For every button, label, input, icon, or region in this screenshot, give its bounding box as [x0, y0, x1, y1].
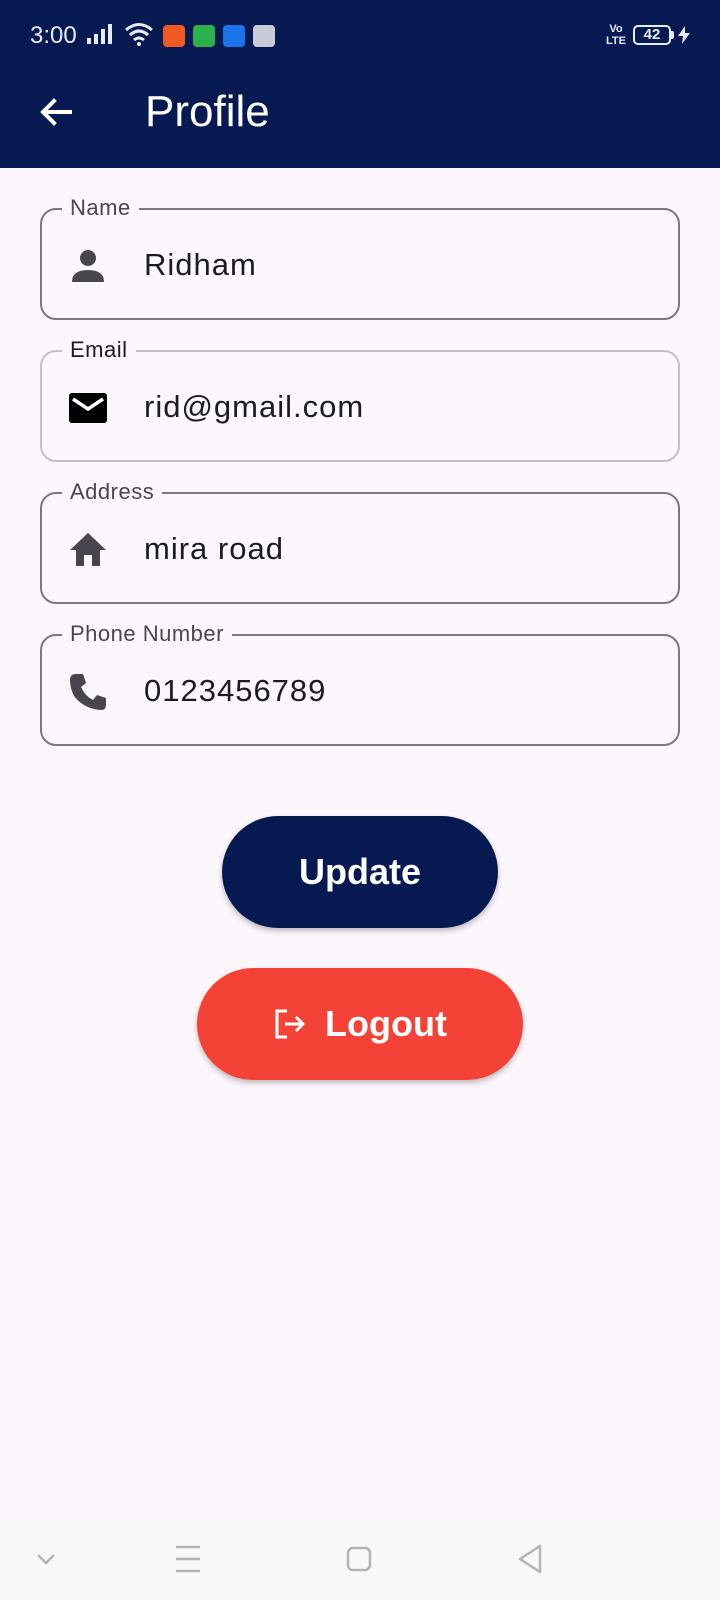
email-value: rid@gmail.com [144, 389, 365, 424]
update-button[interactable]: Update [222, 816, 498, 928]
mail-icon [69, 393, 107, 423]
notification-app-icon-green [193, 25, 215, 47]
update-button-label: Update [298, 851, 421, 892]
logout-button-label: Logout [325, 1003, 447, 1044]
phone-value: 0123456789 [144, 673, 327, 708]
address-field[interactable]: Address mira road [40, 479, 680, 604]
page-title: Profile [145, 87, 270, 136]
system-nav-bar [0, 1518, 720, 1600]
logout-icon [275, 1009, 306, 1039]
email-field[interactable]: Email rid@gmail.com [40, 337, 680, 462]
charging-icon [678, 26, 690, 44]
arrow-back-icon[interactable] [36, 92, 76, 132]
signal-icon [87, 24, 112, 44]
battery-indicator: 42 [633, 25, 671, 45]
name-value: Ridham [144, 247, 257, 282]
menu-icon[interactable] [174, 1518, 202, 1600]
notification-app-icon-orange [163, 25, 185, 47]
app-bar: 3:00 Vo LTE 42 Profile [0, 0, 720, 168]
phone-label: Phone Number [62, 621, 232, 647]
volte-indicator: Vo LTE [606, 23, 626, 47]
person-icon [72, 250, 104, 282]
email-label: Email [62, 337, 136, 363]
address-value: mira road [144, 531, 284, 566]
battery-tip [671, 31, 674, 39]
wifi-icon [125, 23, 153, 46]
name-label: Name [62, 195, 139, 221]
home-square-icon[interactable] [346, 1518, 372, 1600]
phone-icon [70, 674, 106, 710]
address-label: Address [62, 479, 163, 505]
usb-icon [223, 25, 245, 47]
phone-field[interactable]: Phone Number 0123456789 [40, 621, 680, 746]
logout-button[interactable]: Logout [197, 968, 523, 1080]
name-field[interactable]: Name Ridham [40, 195, 680, 320]
notification-app-icon-gray [253, 25, 275, 47]
chevron-down-icon[interactable] [34, 1518, 58, 1600]
status-time: 3:00 [30, 22, 77, 49]
status-bar: 3:00 Vo LTE 42 [0, 0, 720, 72]
home-icon [70, 533, 106, 566]
back-triangle-icon[interactable] [516, 1518, 544, 1600]
